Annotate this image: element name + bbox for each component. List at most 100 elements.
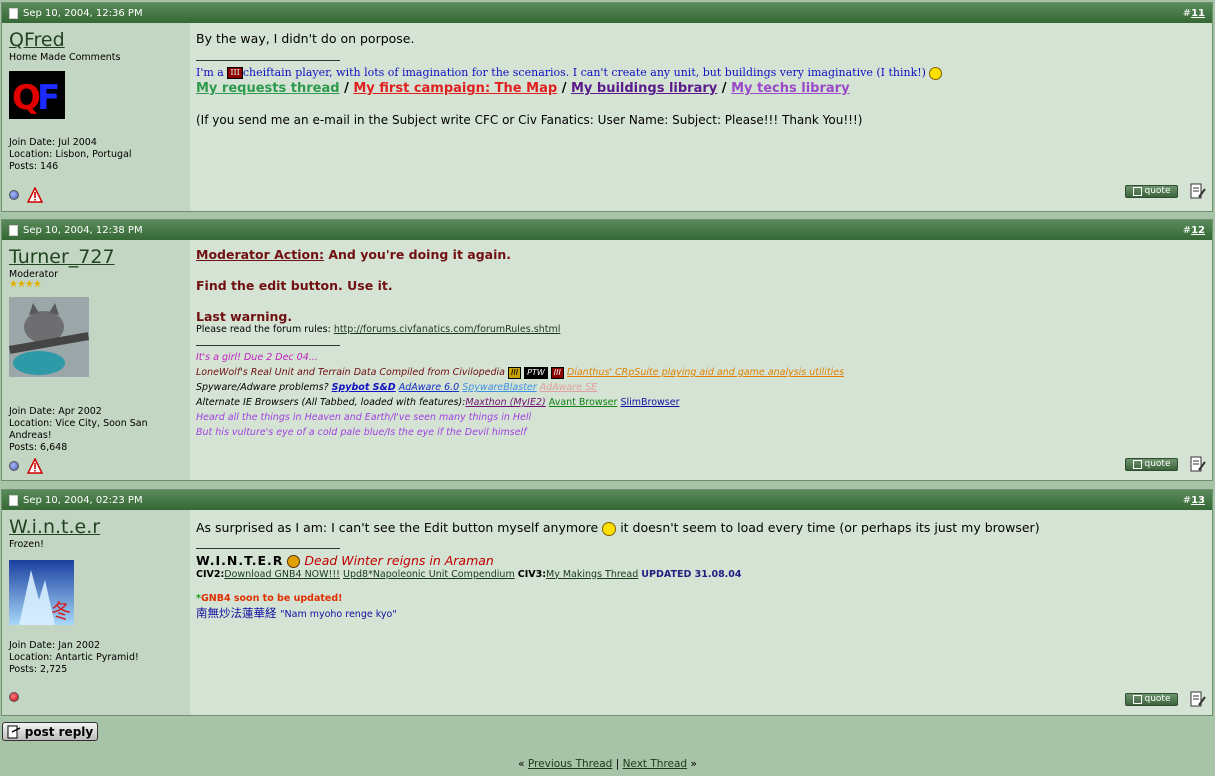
- civ3-badge: III: [508, 366, 522, 379]
- napoleonic-link[interactable]: Upd8*Napoleonic Unit Compendium: [343, 569, 515, 580]
- user-sidebar: Turner_727 Moderator ★★★★ Join Date: Apr…: [2, 240, 190, 480]
- sig-line-6: But his vulture's eye of a cold pale blu…: [196, 427, 527, 438]
- quote-button[interactable]: quote: [1125, 692, 1178, 706]
- edit-post-icon[interactable]: [1190, 691, 1206, 707]
- crpsuite-link[interactable]: Dianthus' CRpSuite playing aid and game …: [567, 367, 844, 378]
- post-number: #13: [1182, 494, 1205, 506]
- post-content: As surprised as I am: I can't see the Ed…: [190, 510, 1212, 715]
- offline-status-icon: [9, 190, 19, 200]
- post-number-link[interactable]: 11: [1191, 8, 1205, 19]
- sig-line-1: It's a girl! Due 2 Dec 04...: [196, 352, 318, 363]
- quote-label: quote: [1144, 694, 1171, 704]
- adaware-se-link[interactable]: AdAware SE: [540, 382, 597, 393]
- sig-line-5: Heard all the things in Heaven and Earth…: [196, 412, 532, 423]
- sig-name: W.I.N.T.E.R: [196, 552, 284, 568]
- location: Location: Vice City, Soon San Andreas!: [9, 418, 148, 441]
- quote-label: quote: [1144, 186, 1171, 196]
- post-header: Sep 10, 2004, 12:36 PM #11: [2, 3, 1212, 23]
- sig-jp-line: 南無炒法蓮華経 "Nam myoho renge kyo": [196, 606, 1206, 622]
- next-arrow-icon: »: [690, 758, 697, 770]
- post-13: Sep 10, 2004, 02:23 PM #13 W.i.n.t.e.r F…: [1, 489, 1213, 716]
- signature-line: I'm a III cheiftain player, with lots of …: [196, 65, 1206, 81]
- gnb4-download-link[interactable]: Download GNB4 NOW!!!: [224, 569, 340, 580]
- smiley-icon: [929, 66, 943, 80]
- post-number: #12: [1182, 224, 1205, 236]
- location: Location: Lisbon, Portugal: [9, 149, 132, 160]
- gnb4-notice: *GNB4 soon to be updated!: [196, 592, 1206, 606]
- message-text: As surprised as I am: I can't see the Ed…: [196, 520, 603, 535]
- quote-button[interactable]: quote: [1125, 184, 1178, 198]
- gnb4-text: GNB4 soon to be updated!: [200, 592, 343, 604]
- civ3-label: CIV3:: [517, 568, 547, 580]
- find-edit-text: Find the edit button. Use it.: [196, 278, 393, 293]
- post-icon: [9, 7, 18, 19]
- mod-action-label: Moderator Action:: [196, 247, 324, 262]
- maxthon-link[interactable]: Maxthon (MyIE2): [465, 397, 545, 408]
- post-message: By the way, I didn't do on porpose.: [196, 31, 415, 46]
- post-number-link[interactable]: 13: [1191, 495, 1205, 506]
- sig-link-campaign[interactable]: My first campaign: The Map: [353, 81, 557, 96]
- sig-separator: /: [344, 81, 349, 96]
- svg-text:冬: 冬: [51, 599, 71, 623]
- post-date: Sep 10, 2004, 12:36 PM: [23, 7, 143, 19]
- post-count: Posts: 6,648: [9, 442, 68, 453]
- last-warning-text: Last warning.: [196, 309, 293, 324]
- post-content: Moderator Action: And you're doing it ag…: [190, 240, 1212, 480]
- avatar: [9, 297, 89, 377]
- sig-separator: /: [561, 81, 567, 96]
- sig-link-requests[interactable]: My requests thread: [196, 81, 340, 96]
- quote-button[interactable]: quote: [1125, 457, 1178, 471]
- offline-status-icon: [9, 461, 19, 471]
- post-header: Sep 10, 2004, 12:38 PM #12: [2, 220, 1212, 240]
- moderator-action: Moderator Action: And you're doing it ag…: [196, 247, 1206, 262]
- spywareblaster-link[interactable]: SpywareBlaster: [462, 382, 536, 393]
- makings-thread-link[interactable]: My Makings Thread: [546, 569, 638, 580]
- confused-smiley-icon: [602, 521, 617, 536]
- username-link[interactable]: W.i.n.t.e.r: [9, 516, 183, 538]
- svg-text:F: F: [37, 78, 60, 118]
- sig-link-techs[interactable]: My techs library: [731, 81, 849, 96]
- slimbrowser-link[interactable]: SlimBrowser: [620, 397, 679, 408]
- avant-link[interactable]: Avant Browser: [549, 397, 618, 408]
- forum-rules-link[interactable]: http://forums.civfanatics.com/forumRules…: [334, 324, 561, 335]
- post-number-link[interactable]: 12: [1191, 225, 1205, 236]
- join-date: Join Date: Jul 2004: [9, 137, 97, 148]
- username-link[interactable]: Turner_727: [9, 246, 183, 268]
- civ3-badge: III: [550, 366, 564, 379]
- post-icon: [9, 494, 18, 506]
- edit-post-icon[interactable]: [1190, 183, 1206, 199]
- quote-icon: [1132, 694, 1142, 704]
- sig-line-2: LoneWolf's Real Unit and Terrain Data Co…: [196, 365, 1206, 380]
- ptw-badge: PTW: [524, 366, 548, 379]
- report-post-icon[interactable]: [27, 458, 43, 474]
- rules-text: Please read the forum rules:: [196, 324, 334, 335]
- adaware-link[interactable]: AdAware 6.0: [399, 382, 460, 393]
- next-thread-link[interactable]: Next Thread: [623, 758, 688, 770]
- user-sidebar: QFred Home Made Comments Q F Join Date: …: [2, 23, 190, 211]
- report-post-icon[interactable]: [27, 187, 43, 203]
- jp-romaji: "Nam myoho renge kyo": [280, 608, 397, 620]
- post-number: #11: [1182, 7, 1205, 19]
- updated-text: UPDATED 31.08.04: [641, 568, 742, 580]
- jp-text: 南無炒法蓮華経: [196, 605, 277, 620]
- post-count: Posts: 146: [9, 161, 59, 172]
- join-date: Join Date: Jan 2002: [9, 640, 101, 651]
- sig-note: (If you send me an e-mail in the Subject…: [196, 113, 863, 127]
- mod-action-text: And you're doing it again.: [323, 247, 512, 262]
- sig-link-buildings[interactable]: My buildings library: [571, 81, 717, 96]
- username-link[interactable]: QFred: [9, 29, 183, 51]
- avatar: Q F: [9, 71, 65, 119]
- location: Location: Antartic Pyramid!: [9, 652, 139, 663]
- post-message: As surprised as I am: I can't see the Ed…: [196, 520, 1206, 536]
- devil-smiley-icon: [287, 554, 301, 568]
- spybot-link[interactable]: Spybot S&D: [332, 382, 396, 393]
- civ2-label: CIV2:: [196, 568, 225, 580]
- quote-icon: [1132, 186, 1142, 196]
- post-count: Posts: 2,725: [9, 664, 68, 675]
- post-content: By the way, I didn't do on porpose. I'm …: [190, 23, 1212, 211]
- edit-post-icon[interactable]: [1190, 456, 1206, 472]
- rules-line: Please read the forum rules: http://foru…: [196, 324, 1206, 335]
- sig-civ-line: CIV2:Download GNB4 NOW!!! Upd8*Napoleoni…: [196, 568, 1206, 582]
- previous-thread-link[interactable]: Previous Thread: [528, 758, 612, 770]
- post-reply-button[interactable]: post reply: [2, 722, 98, 741]
